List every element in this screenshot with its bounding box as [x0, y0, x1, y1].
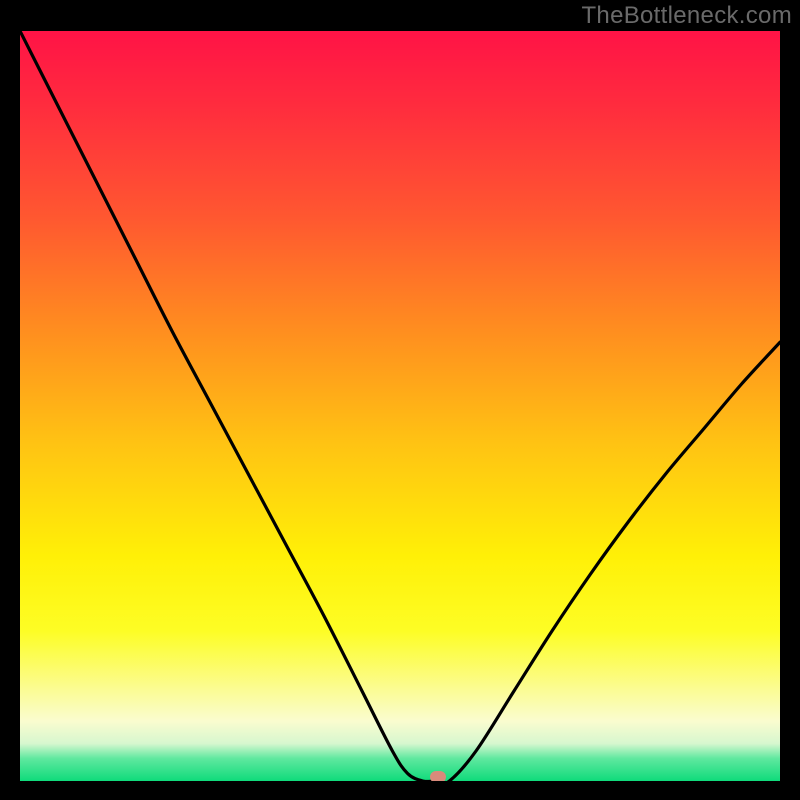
curve-svg [20, 31, 780, 781]
chart-frame: TheBottleneck.com [0, 0, 800, 800]
watermark-text: TheBottleneck.com [581, 2, 792, 30]
min-marker [430, 771, 446, 781]
bottleneck-curve [20, 31, 780, 781]
plot-area [20, 31, 780, 781]
